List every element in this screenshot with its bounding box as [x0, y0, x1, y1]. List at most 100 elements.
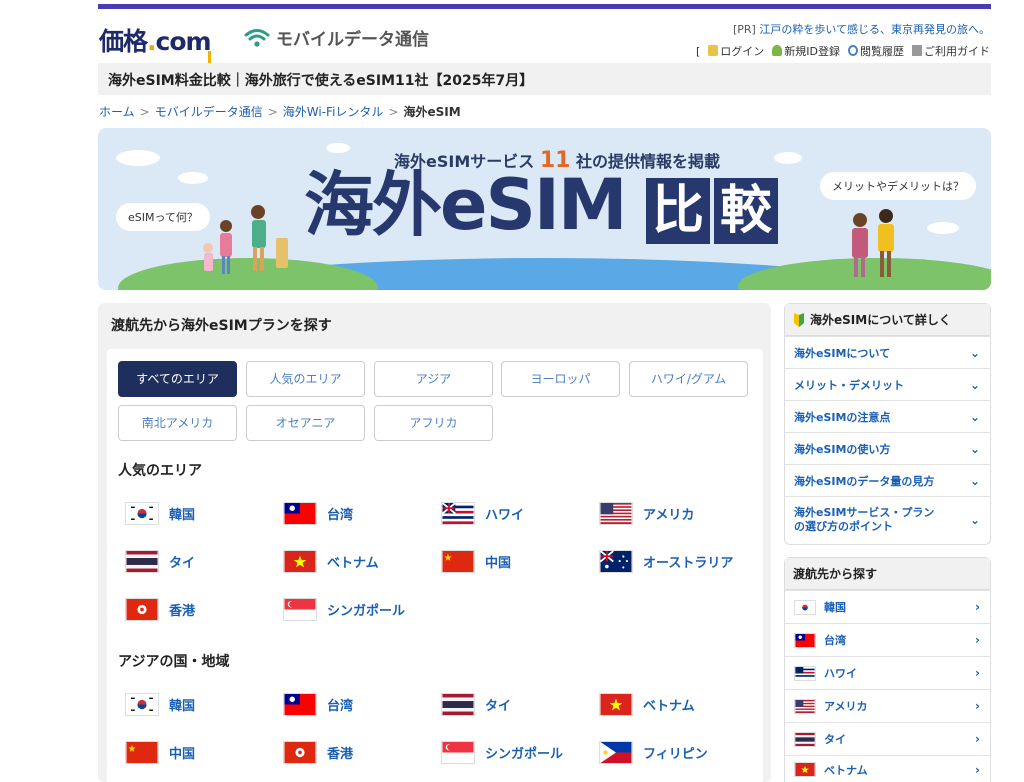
- speech-bubble-right: メリットやデメリットは？: [820, 172, 976, 200]
- country-link-china[interactable]: 中国: [441, 550, 511, 573]
- tab-hawaii-guam[interactable]: ハワイ/グアム: [629, 361, 748, 397]
- country-link-hawaii[interactable]: ハワイ: [441, 502, 524, 525]
- vietnam-flag-icon: [283, 550, 317, 573]
- country-link-singapore[interactable]: シンガポール: [441, 741, 563, 764]
- sidebar-dest-thailand[interactable]: タイ ›: [785, 722, 990, 755]
- hero-banner: 海外eSIMサービス 11 社の提供情報を掲載 海外eSIM 比 較 eSIMっ…: [98, 128, 991, 290]
- sidebar-dest-vietnam[interactable]: ベトナム ›: [785, 755, 990, 782]
- login-link[interactable]: ログイン: [708, 43, 764, 59]
- country-link-thailand[interactable]: タイ: [125, 550, 195, 573]
- sidebar-item-label: 海外eSIMの注意点: [794, 410, 891, 424]
- hongkong-flag-icon: [125, 598, 159, 621]
- breadcrumb-mobile-data[interactable]: モバイルデータ通信: [155, 103, 263, 120]
- breadcrumb-current: 海外eSIM: [403, 105, 461, 119]
- thailand-flag-icon: [441, 693, 475, 716]
- banner-heading: 海外eSIM: [304, 164, 628, 246]
- singapore-flag-icon: [283, 598, 317, 621]
- chevron-right-icon: ›: [975, 699, 980, 713]
- sidebar-dest-korea[interactable]: 韓国 ›: [785, 590, 990, 623]
- breadcrumb-home[interactable]: ホーム: [99, 103, 135, 120]
- chevron-down-icon: ⌄: [969, 377, 980, 392]
- guide-label: ご利用ガイド: [924, 45, 990, 58]
- register-label: 新規ID登録: [784, 45, 840, 58]
- logo-dot: .: [147, 27, 156, 56]
- tab-americas[interactable]: 南北アメリカ: [118, 405, 237, 441]
- pr-label: [PR]: [732, 23, 756, 36]
- mobile-data-logo[interactable]: モバイルデータ通信: [244, 25, 429, 50]
- sidebar-item-cautions[interactable]: 海外eSIMの注意点 ⌄: [785, 400, 990, 432]
- country-link-taiwan[interactable]: 台湾: [283, 502, 353, 525]
- country-link-hongkong[interactable]: 香港: [125, 598, 195, 621]
- country-link-usa[interactable]: アメリカ: [599, 502, 694, 525]
- register-link[interactable]: 新規ID登録: [772, 43, 840, 59]
- sidebar-dest-taiwan[interactable]: 台湾 ›: [785, 623, 990, 656]
- country-name: 韓国: [169, 508, 196, 523]
- logo-com-text: com: [155, 27, 212, 56]
- sidebar-destinations-heading: 渡航先から探す: [785, 558, 990, 590]
- philippines-flag-icon: [599, 741, 633, 764]
- clock-icon: [848, 45, 858, 56]
- sidebar-destinations: 渡航先から探す 韓国 › 台湾 › ハワイ › アメリカ › タイ › ベトナム ›: [784, 557, 991, 782]
- chevron-right-icon: >: [267, 104, 278, 119]
- chevron-down-icon: ⌄: [969, 409, 980, 424]
- guide-link[interactable]: ご利用ガイド: [912, 43, 990, 59]
- country-name: ハワイ: [485, 508, 525, 523]
- country-link-korea[interactable]: 韓国: [125, 502, 195, 525]
- tab-asia[interactable]: アジア: [374, 361, 493, 397]
- tab-africa[interactable]: アフリカ: [374, 405, 493, 441]
- destination-search-heading: 渡航先から海外eSIMプランを探す: [111, 318, 332, 334]
- country-link-australia[interactable]: オーストラリア: [599, 550, 733, 573]
- logo-accent-mark: [208, 51, 211, 63]
- vietnam-flag-icon: [599, 693, 633, 716]
- chevron-right-icon: ›: [975, 666, 980, 680]
- sidebar-item-label: メリット・デメリット: [794, 378, 904, 392]
- country-link-korea[interactable]: 韓国: [125, 693, 195, 716]
- hongkong-flag-icon: [283, 741, 317, 764]
- sidebar-dest-usa[interactable]: アメリカ ›: [785, 689, 990, 722]
- country-link-taiwan[interactable]: 台湾: [283, 693, 353, 716]
- country-link-china[interactable]: 中国: [125, 741, 195, 764]
- country-link-philippines[interactable]: フィリピン: [599, 741, 708, 764]
- tab-oceania[interactable]: オセアニア: [246, 405, 365, 441]
- korea-flag-icon: [794, 599, 816, 615]
- sidebar-item-data-amount[interactable]: 海外eSIMのデータ量の見方 ⌄: [785, 464, 990, 496]
- hawaii-flag-icon: [441, 502, 475, 525]
- country-link-vietnam[interactable]: ベトナム: [599, 693, 695, 716]
- banner-heading-box-2: 較: [714, 178, 778, 244]
- tab-europe[interactable]: ヨーロッパ: [501, 361, 620, 397]
- user-plus-icon: [772, 45, 783, 56]
- pr-link[interactable]: 江戸の粋を歩いて感じる、東京再発見の旅へ。: [759, 23, 990, 36]
- history-link[interactable]: 閲覧履歴: [848, 43, 904, 59]
- key-icon: [708, 45, 719, 56]
- vietnam-flag-icon: [794, 762, 816, 777]
- sidebar-item-how-to-choose[interactable]: 海外eSIMサービス・プラン の選び方のポイント ⌄: [785, 496, 990, 542]
- chevron-right-icon: ›: [975, 633, 980, 647]
- beginner-mark-icon: [794, 312, 804, 327]
- korea-flag-icon: [125, 502, 159, 525]
- china-flag-icon: [125, 741, 159, 764]
- kakaku-logo[interactable]: 価格.com: [99, 22, 212, 58]
- thailand-flag-icon: [794, 731, 816, 747]
- country-link-singapore[interactable]: シンガポール: [283, 598, 405, 621]
- sidebar-about-heading-text: 海外eSIMについて詳しく: [810, 313, 951, 327]
- country-name: 韓国: [169, 699, 196, 714]
- history-label: 閲覧履歴: [860, 45, 904, 58]
- tab-popular-areas[interactable]: 人気のエリア: [246, 361, 365, 397]
- sidebar-item-usage[interactable]: 海外eSIMの使い方 ⌄: [785, 432, 990, 464]
- tab-all-areas[interactable]: すべてのエリア: [118, 361, 237, 397]
- country-link-hongkong[interactable]: 香港: [283, 741, 353, 764]
- country-link-vietnam[interactable]: ベトナム: [283, 550, 379, 573]
- sidebar-item-about-esim[interactable]: 海外eSIMについて ⌄: [785, 336, 990, 368]
- destination-search-panel: 渡航先から海外eSIMプランを探す すべてのエリア 人気のエリア アジア ヨーロ…: [98, 303, 771, 782]
- country-name: ベトナム: [327, 556, 379, 571]
- country-name: 台湾: [327, 508, 354, 523]
- sidebar-item-merits[interactable]: メリット・デメリット ⌄: [785, 368, 990, 400]
- util-bracket: [: [695, 44, 701, 58]
- country-name: 香港: [327, 747, 354, 762]
- guide-icon: [912, 45, 922, 56]
- sidebar-dest-hawaii[interactable]: ハワイ ›: [785, 656, 990, 689]
- breadcrumb-wifi-rental[interactable]: 海外Wi-Fiレンタル: [283, 103, 384, 120]
- sidebar-item-label: 海外eSIMについて: [794, 346, 891, 360]
- sidebar-dest-label: 韓国: [824, 601, 846, 614]
- country-link-thailand[interactable]: タイ: [441, 693, 511, 716]
